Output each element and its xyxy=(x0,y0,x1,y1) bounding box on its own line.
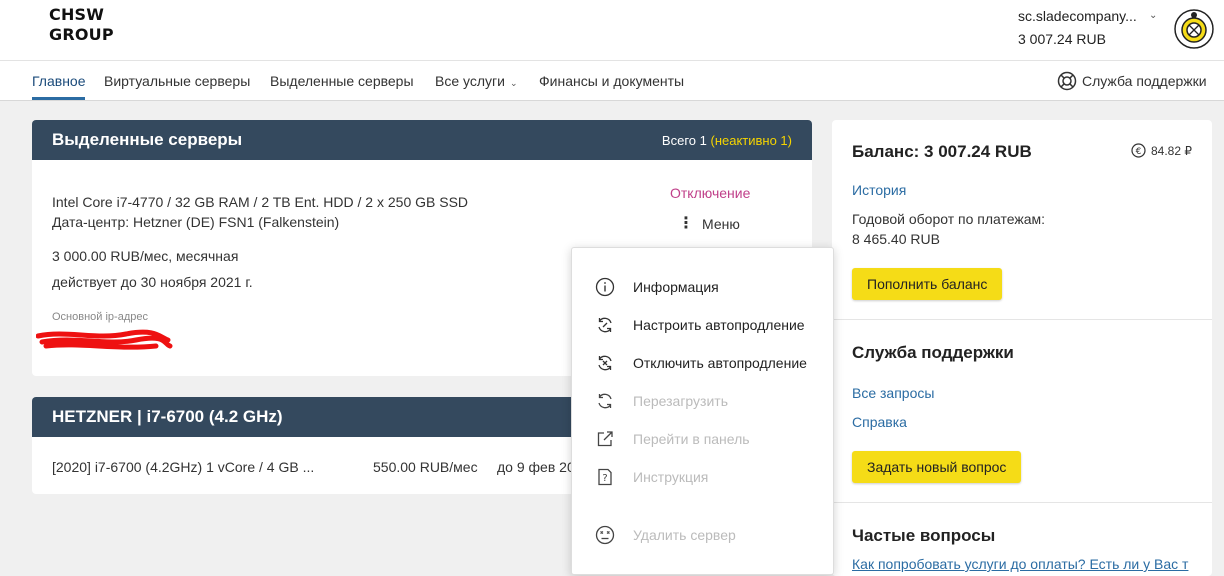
card-title: HETZNER | i7-6700 (4.2 GHz) xyxy=(52,407,283,426)
turnover-value: 8 465.40 RUB xyxy=(852,231,940,247)
support-link[interactable]: Служба поддержки xyxy=(1057,71,1207,91)
avatar[interactable] xyxy=(1174,9,1214,49)
menu-item-label: Информация xyxy=(633,279,719,295)
menu-item-label: Перезагрузить xyxy=(633,393,728,409)
account-sidebar: Баланс: 3 007.24 RUB € 84.82 ₽ История Г… xyxy=(832,120,1212,576)
menu-item-label: Перейти в панель xyxy=(633,431,750,447)
faq-title: Частые вопросы xyxy=(852,526,996,545)
account-balance: 3 007.24 RUB xyxy=(1018,31,1106,47)
chevron-down-icon: ⌄ xyxy=(509,78,518,88)
menu-item-label: Удалить сервер xyxy=(633,527,736,543)
turnover-label: Годовой оборот по платежам: xyxy=(852,211,1046,227)
coin-icon: € xyxy=(1131,143,1146,158)
ip-label: Основной ip-адрес xyxy=(52,311,148,323)
menu-item-label: Настроить автопродление xyxy=(633,317,805,333)
more-vertical-icon: ⋮ xyxy=(678,215,694,232)
nav-home[interactable]: Главное xyxy=(32,73,86,89)
divider xyxy=(832,319,1212,320)
delete-server-icon xyxy=(594,524,616,546)
bonus-value: 84.82 ₽ xyxy=(1151,143,1192,158)
menu-item-instruction[interactable]: ? Инструкция xyxy=(572,462,835,492)
menu-item-label: Инструкция xyxy=(633,469,709,485)
menu-item-autorenew-off[interactable]: Отключить автопродление xyxy=(572,348,835,378)
status-badge: Отключение xyxy=(670,185,751,201)
all-requests-link[interactable]: Все запросы xyxy=(852,385,934,401)
nav-dedicated-servers[interactable]: Выделенные серверы xyxy=(270,73,414,89)
bonus-balance: € 84.82 ₽ xyxy=(1131,143,1192,158)
menu-item-info[interactable]: Информация xyxy=(572,272,835,302)
menu-item-reload[interactable]: Перезагрузить xyxy=(572,386,835,416)
inactive-count: (неактивно 1) xyxy=(710,133,792,148)
svg-text:?: ? xyxy=(602,473,607,484)
main-nav: Главное Виртуальные серверы Выделенные с… xyxy=(0,61,1224,101)
logo-line-1: CHSW xyxy=(49,5,105,24)
server-count: Всего 1 (неактивно 1) xyxy=(662,133,792,148)
server-spec[interactable]: Intel Core i7-4770 / 32 GB RAM / 2 TB En… xyxy=(52,194,468,210)
server-actions-dropdown: Информация Настроить автопродление Отклю… xyxy=(571,247,834,575)
autorenew-off-icon xyxy=(594,352,616,374)
divider xyxy=(832,502,1212,503)
menu-item-delete-server[interactable]: Удалить сервер xyxy=(572,520,835,550)
svg-text:€: € xyxy=(1136,147,1142,157)
topup-balance-button[interactable]: Пополнить баланс xyxy=(852,268,1003,300)
menu-label: Меню xyxy=(702,216,740,232)
support-link-label: Служба поддержки xyxy=(1082,73,1207,89)
server-price: 3 000.00 RUB/мес, месячная xyxy=(52,248,239,264)
balance-title: Баланс: 3 007.24 RUB xyxy=(852,142,1032,161)
redaction-scribble xyxy=(36,329,173,350)
info-icon xyxy=(594,276,616,298)
logo[interactable]: CHSW GROUP xyxy=(49,5,114,45)
card-header: Выделенные серверы Всего 1 (неактивно 1) xyxy=(32,120,812,160)
reload-icon xyxy=(594,390,616,412)
card-title: Выделенные серверы xyxy=(52,130,243,149)
lifebuoy-icon xyxy=(1057,71,1077,91)
nav-finance-documents[interactable]: Финансы и документы xyxy=(539,73,684,89)
nav-all-services-label: Все услуги xyxy=(435,73,505,89)
menu-item-autorenew-settings[interactable]: Настроить автопродление xyxy=(572,310,835,340)
history-link[interactable]: История xyxy=(852,182,906,198)
nav-active-indicator xyxy=(32,97,85,100)
account-menu[interactable]: sc.sladecompany... 3 007.24 RUB xyxy=(1018,8,1163,47)
server-datacenter: Дата-центр: Hetzner (DE) FSN1 (Falkenste… xyxy=(52,214,340,230)
top-bar: CHSW GROUP sc.sladecompany... 3 007.24 R… xyxy=(0,0,1224,61)
account-name[interactable]: sc.sladecompany... xyxy=(1018,8,1163,24)
server-menu-button[interactable]: ⋮ Меню xyxy=(678,215,740,233)
total-count: Всего 1 xyxy=(661,133,707,148)
support-title: Служба поддержки xyxy=(852,343,1014,362)
hetzner-server-name[interactable]: [2020] i7-6700 (4.2GHz) 1 vCore / 4 GB .… xyxy=(52,459,314,475)
autorenew-settings-icon xyxy=(594,314,616,336)
chevron-down-icon[interactable]: ⌄ xyxy=(1149,10,1157,21)
hetzner-server-until: до 9 фев 20 xyxy=(497,459,575,475)
instruction-icon: ? xyxy=(594,466,616,488)
menu-item-open-panel[interactable]: Перейти в панель xyxy=(572,424,835,454)
new-question-button[interactable]: Задать новый вопрос xyxy=(852,451,1022,483)
external-link-icon xyxy=(594,428,616,450)
nav-virtual-servers[interactable]: Виртуальные серверы xyxy=(104,73,250,89)
menu-item-label: Отключить автопродление xyxy=(633,355,807,371)
logo-line-2: GROUP xyxy=(49,25,114,44)
hetzner-server-price: 550.00 RUB/мес xyxy=(373,459,478,475)
server-valid-until: действует до 30 ноября 2021 г. xyxy=(52,274,253,290)
faq-link[interactable]: Как попробовать услуги до оплаты? Есть л… xyxy=(852,556,1188,572)
help-link[interactable]: Справка xyxy=(852,414,907,430)
nav-all-services[interactable]: Все услуги ⌄ xyxy=(435,73,518,89)
